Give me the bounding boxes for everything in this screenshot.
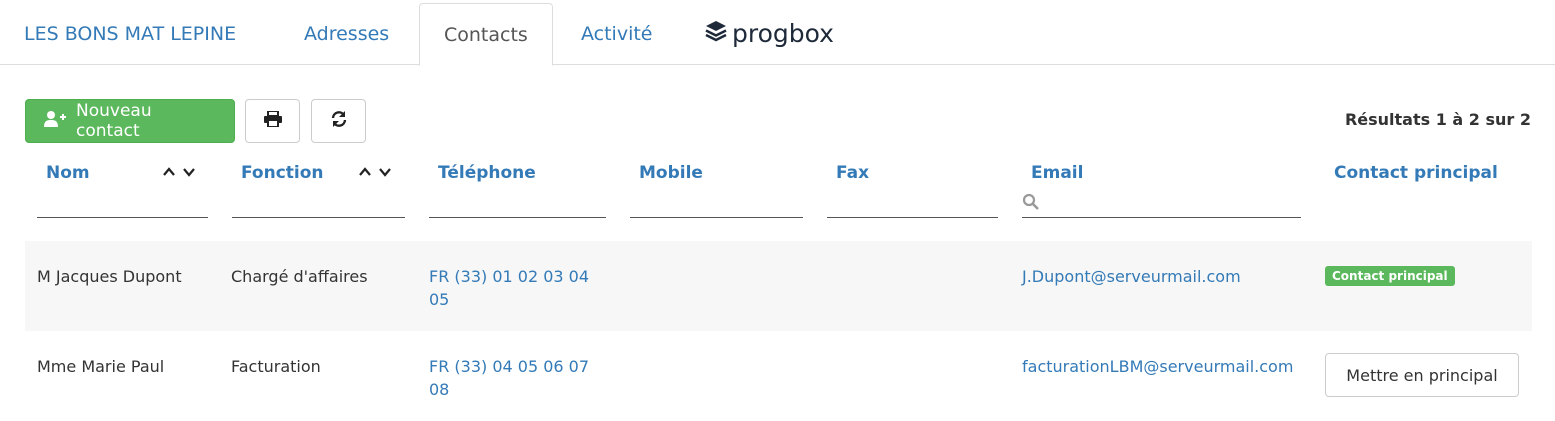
tab-contacts[interactable]: Contacts xyxy=(419,3,553,66)
filter-fax xyxy=(827,187,1033,218)
filter-phone xyxy=(429,187,635,218)
filter-phone-input[interactable] xyxy=(429,188,635,216)
user-plus-icon xyxy=(44,110,66,133)
new-contact-label: Nouveau contact xyxy=(76,101,152,141)
cell-name: Mme Marie Paul xyxy=(37,357,165,376)
table-row: M Jacques Dupont Chargé d'affaires FR (3… xyxy=(25,241,1532,331)
cell-name: M Jacques Dupont xyxy=(37,267,182,286)
cell-function: Facturation xyxy=(231,357,321,376)
set-primary-button[interactable]: Mettre en principal xyxy=(1325,353,1519,397)
column-header-primary: Contact principal xyxy=(1334,163,1498,183)
search-icon xyxy=(1022,193,1039,210)
cell-phone-link[interactable]: FR (33) 01 02 03 04 05 xyxy=(429,265,611,311)
cell-phone-link[interactable]: FR (33) 04 05 06 07 08 xyxy=(429,355,611,401)
cell-email-link[interactable]: facturationLBM@serveurmail.com xyxy=(1022,355,1293,378)
filter-mobile xyxy=(630,187,836,218)
tab-company[interactable]: LES BONS MAT LEPINE xyxy=(0,3,260,65)
sort-asc-desc-icon xyxy=(163,167,195,177)
primary-contact-badge: Contact principal xyxy=(1325,266,1455,286)
tab-bar: LES BONS MAT LEPINE Adresses Contacts Ac… xyxy=(0,0,1555,66)
refresh-button[interactable] xyxy=(311,99,366,143)
column-header-name[interactable]: Nom xyxy=(46,163,90,183)
filter-fax-input[interactable] xyxy=(827,188,1033,216)
stack-icon xyxy=(704,19,728,47)
table-row: Mme Marie Paul Facturation FR (33) 04 05… xyxy=(25,331,1532,421)
cell-function: Chargé d'affaires xyxy=(231,267,368,286)
print-button[interactable] xyxy=(245,99,300,143)
filter-name xyxy=(37,187,243,218)
column-header-phone[interactable]: Téléphone xyxy=(438,163,536,183)
cell-email-link[interactable]: J.Dupont@serveurmail.com xyxy=(1022,265,1241,288)
filter-function-input[interactable] xyxy=(232,188,438,216)
new-contact-button[interactable]: Nouveau contact xyxy=(25,99,235,143)
filter-email xyxy=(1022,187,1301,218)
tab-activity[interactable]: Activité xyxy=(557,3,677,65)
filter-function xyxy=(232,187,438,218)
sort-asc-desc-icon xyxy=(359,167,391,177)
print-icon xyxy=(263,110,282,131)
progbox-logo: progbox xyxy=(704,16,834,50)
filter-email-input[interactable] xyxy=(1040,188,1301,216)
results-count: Résultats 1 à 2 sur 2 xyxy=(1344,110,1531,129)
refresh-icon xyxy=(330,110,348,132)
sort-function[interactable] xyxy=(358,164,394,178)
filter-mobile-input[interactable] xyxy=(630,188,836,216)
column-header-function[interactable]: Fonction xyxy=(241,163,324,183)
logo-text: progbox xyxy=(732,18,834,48)
filter-name-input[interactable] xyxy=(37,188,243,216)
sort-name[interactable] xyxy=(162,164,198,178)
column-header-email[interactable]: Email xyxy=(1031,163,1083,183)
tab-addresses[interactable]: Adresses xyxy=(280,3,413,65)
column-header-mobile[interactable]: Mobile xyxy=(639,163,703,183)
column-header-fax[interactable]: Fax xyxy=(836,163,869,183)
